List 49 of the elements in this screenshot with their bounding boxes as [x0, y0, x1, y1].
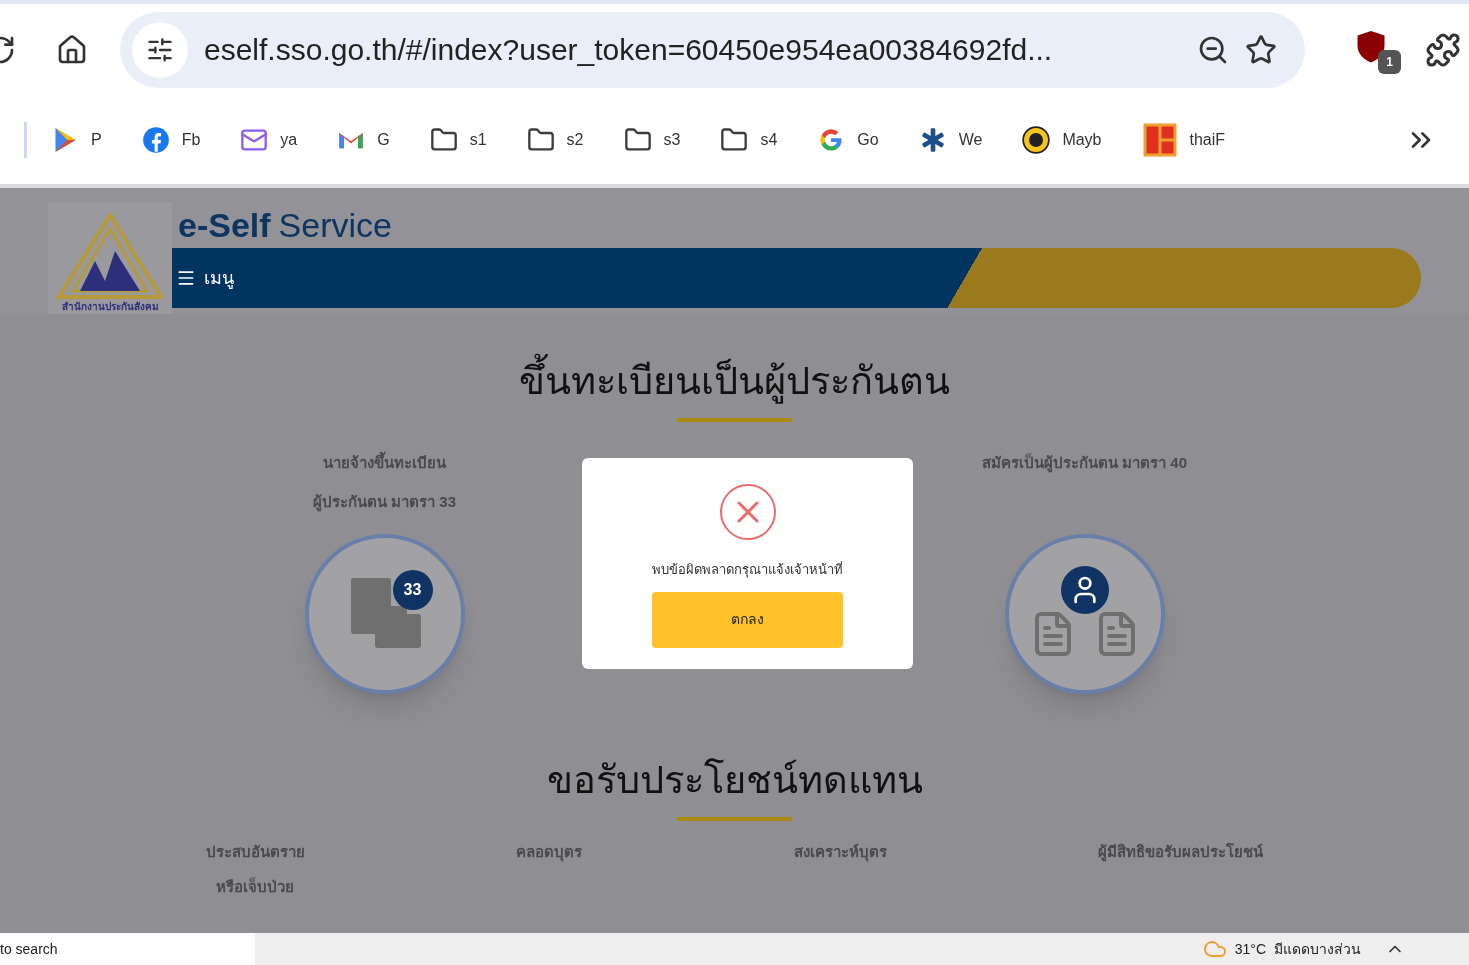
- card-label: ผู้ประกันตน มาตรา 33: [313, 491, 456, 513]
- taskbar-search-field[interactable]: to search: [0, 933, 255, 965]
- ok-button[interactable]: ตกลง: [652, 591, 843, 648]
- facebook-f-icon: [141, 125, 170, 154]
- bookmark-item[interactable]: We: [918, 125, 983, 154]
- bookmark-item[interactable]: s2: [526, 125, 584, 154]
- card-label: หรือเจ็บป่วย: [216, 876, 295, 897]
- folder-icon: [720, 125, 749, 154]
- brand-title: Service: [278, 205, 392, 246]
- card-label: สมัครเป็นผู้ประกันตน มาตรา 40: [982, 452, 1187, 475]
- home-icon[interactable]: [56, 33, 88, 66]
- folder-icon: [623, 125, 652, 154]
- brand-title-bold: e-Self: [178, 205, 271, 246]
- folder-icon: [429, 125, 458, 154]
- site-settings-icon[interactable]: [146, 35, 174, 64]
- section-title: ขอรับประโยชน์ทดแทน: [546, 757, 923, 803]
- card-label: ประสบอันตราย: [205, 842, 305, 862]
- card-label: นายจ้างขึ้นทะเบียน: [323, 452, 446, 475]
- bookmark-item[interactable]: P: [51, 125, 102, 154]
- bookmark-item[interactable]: thaiF: [1141, 121, 1226, 158]
- error-x-icon: [719, 484, 776, 540]
- bookmark-item[interactable]: s3: [623, 125, 681, 154]
- bookmark-item[interactable]: Go: [817, 125, 879, 154]
- card-label: คลอดบุตร: [516, 842, 583, 864]
- weather-text: มีแดดบางส่วน: [1274, 939, 1361, 959]
- card-label: สงเคราะห์บุตร: [793, 842, 887, 864]
- url-text: eself.sso.go.th/#/index?user_token=60450e954ea00384692fd...: [204, 32, 1054, 68]
- number-badge: 33: [392, 570, 433, 610]
- bookmark-item[interactable]: Mayb: [1022, 125, 1102, 154]
- triangle-logo-icon: [55, 211, 165, 299]
- extensions-icon[interactable]: [1425, 31, 1461, 68]
- extension-badge: 1: [1378, 49, 1401, 74]
- menu-button[interactable]: เมนู: [176, 264, 234, 292]
- error-message: พบข้อผิดพลาดกรุณาแจ้งเจ้าหน้าที่: [652, 560, 843, 580]
- bookmark-star-icon[interactable]: [1245, 33, 1277, 66]
- bookmark-item[interactable]: s4: [720, 125, 778, 154]
- temperature: 31°C: [1234, 939, 1266, 959]
- logo-caption: สำนักงานประกันสังคม: [61, 300, 159, 314]
- bookmark-item[interactable]: s1: [429, 125, 487, 154]
- menu-icon: [176, 268, 196, 288]
- bookmark-item[interactable]: Fb: [141, 125, 201, 154]
- address-bar[interactable]: eself.sso.go.th/#/index?user_token=60450e954ea00384692fd...: [120, 11, 1305, 88]
- section-title: ขึ้นทะเบียนเป็นผู้ประกันตน: [519, 353, 950, 410]
- bookmark-item[interactable]: G: [337, 125, 390, 154]
- bookmark-item[interactable]: ya: [240, 125, 298, 154]
- card-label: ผู้มีสิทธิขอรับผลประโยชน์: [1098, 842, 1264, 864]
- round-emblem-icon: [1022, 125, 1051, 154]
- letter-tile-icon: [1141, 121, 1178, 158]
- folder-icon: [526, 125, 555, 154]
